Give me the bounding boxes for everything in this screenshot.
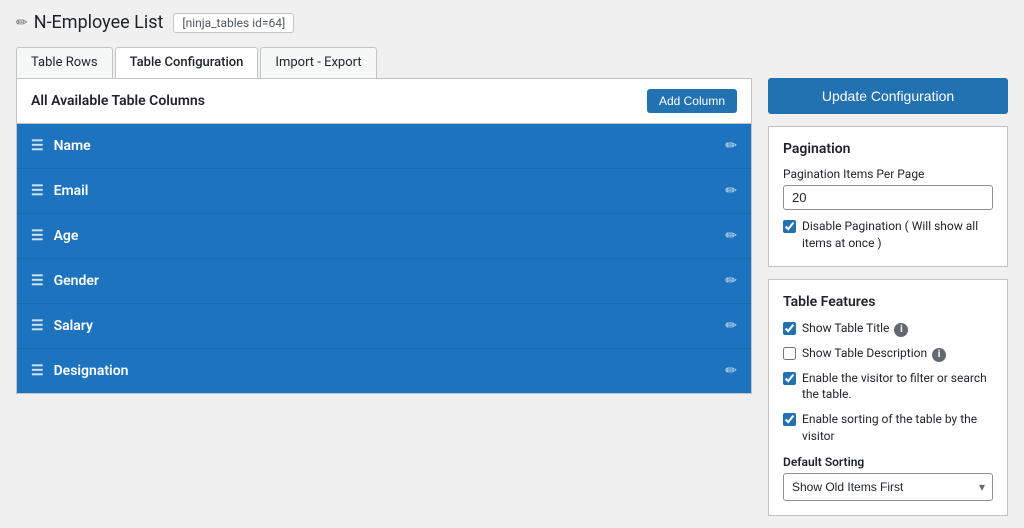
features-section-title: Table Features: [783, 294, 993, 310]
show-description-checkbox[interactable]: [783, 347, 796, 360]
column-name: Designation: [54, 363, 129, 379]
tabs-bar: Table Rows Table Configuration Import - …: [16, 47, 1008, 78]
table-row: ☰ Salary ✏: [17, 304, 751, 349]
edit-icon[interactable]: ✏: [725, 363, 737, 379]
tab-import-export[interactable]: Import - Export: [260, 47, 376, 78]
tab-table-rows[interactable]: Table Rows: [16, 47, 113, 78]
drag-icon[interactable]: ☰: [31, 273, 44, 289]
shortcode-badge: [ninja_tables id=64]: [173, 13, 294, 33]
columns-header-title: All Available Table Columns: [31, 93, 205, 109]
drag-icon[interactable]: ☰: [31, 138, 44, 154]
disable-pagination-label: Disable Pagination ( Will show all items…: [802, 218, 993, 252]
edit-icon[interactable]: ✏: [725, 273, 737, 289]
enable-filter-checkbox[interactable]: [783, 372, 796, 385]
update-configuration-button[interactable]: Update Configuration: [768, 78, 1008, 114]
show-title-info-icon[interactable]: i: [894, 323, 908, 337]
drag-icon[interactable]: ☰: [31, 228, 44, 244]
page-header: ✏ N-Employee List [ninja_tables id=64]: [16, 12, 1008, 33]
default-sorting-wrapper: Show Old Items First Show New Items Firs…: [783, 473, 993, 501]
left-panel: All Available Table Columns Add Column ☰…: [16, 78, 752, 394]
main-content: All Available Table Columns Add Column ☰…: [16, 78, 1008, 516]
enable-sorting-label: Enable sorting of the table by the visit…: [802, 411, 993, 445]
column-name: Age: [54, 228, 79, 244]
enable-sorting-row: Enable sorting of the table by the visit…: [783, 411, 993, 445]
drag-icon[interactable]: ☰: [31, 363, 44, 379]
page-title: ✏ N-Employee List: [16, 12, 163, 33]
table-row: ☰ Email ✏: [17, 169, 751, 214]
enable-filter-row: Enable the visitor to filter or search t…: [783, 370, 993, 404]
tab-table-configuration[interactable]: Table Configuration: [115, 47, 259, 78]
enable-filter-label: Enable the visitor to filter or search t…: [802, 370, 993, 404]
default-sorting-label: Default Sorting: [783, 455, 993, 469]
enable-sorting-checkbox[interactable]: [783, 413, 796, 426]
table-row: ☰ Age ✏: [17, 214, 751, 259]
items-per-page-input[interactable]: [783, 185, 993, 210]
add-column-button[interactable]: Add Column: [647, 89, 737, 113]
right-panel: Update Configuration Pagination Paginati…: [768, 78, 1008, 516]
pagination-section: Pagination Pagination Items Per Page Dis…: [768, 126, 1008, 267]
table-row: ☰ Gender ✏: [17, 259, 751, 304]
items-per-page-label: Pagination Items Per Page: [783, 167, 993, 181]
column-name: Email: [54, 183, 89, 199]
default-sorting-select[interactable]: Show Old Items First Show New Items Firs…: [783, 473, 993, 501]
columns-header: All Available Table Columns Add Column: [17, 79, 751, 124]
pagination-section-title: Pagination: [783, 141, 993, 157]
table-features-section: Table Features Show Table Title i Show T…: [768, 279, 1008, 516]
column-name: Gender: [54, 273, 99, 289]
pencil-icon: ✏: [16, 15, 28, 31]
disable-pagination-checkbox[interactable]: [783, 220, 796, 233]
edit-icon[interactable]: ✏: [725, 138, 737, 154]
edit-icon[interactable]: ✏: [725, 183, 737, 199]
table-row: ☰ Name ✏: [17, 124, 751, 169]
drag-icon[interactable]: ☰: [31, 318, 44, 334]
disable-pagination-row: Disable Pagination ( Will show all items…: [783, 218, 993, 252]
edit-icon[interactable]: ✏: [725, 318, 737, 334]
edit-icon[interactable]: ✏: [725, 228, 737, 244]
column-name: Name: [54, 138, 91, 154]
show-title-label: Show Table Title i: [802, 320, 908, 337]
show-title-row: Show Table Title i: [783, 320, 993, 337]
table-row: ☰ Designation ✏: [17, 349, 751, 393]
column-name: Salary: [54, 318, 93, 334]
show-description-info-icon[interactable]: i: [932, 348, 946, 362]
drag-icon[interactable]: ☰: [31, 183, 44, 199]
show-description-row: Show Table Description i: [783, 345, 993, 362]
show-description-label: Show Table Description i: [802, 345, 946, 362]
show-title-checkbox[interactable]: [783, 322, 796, 335]
